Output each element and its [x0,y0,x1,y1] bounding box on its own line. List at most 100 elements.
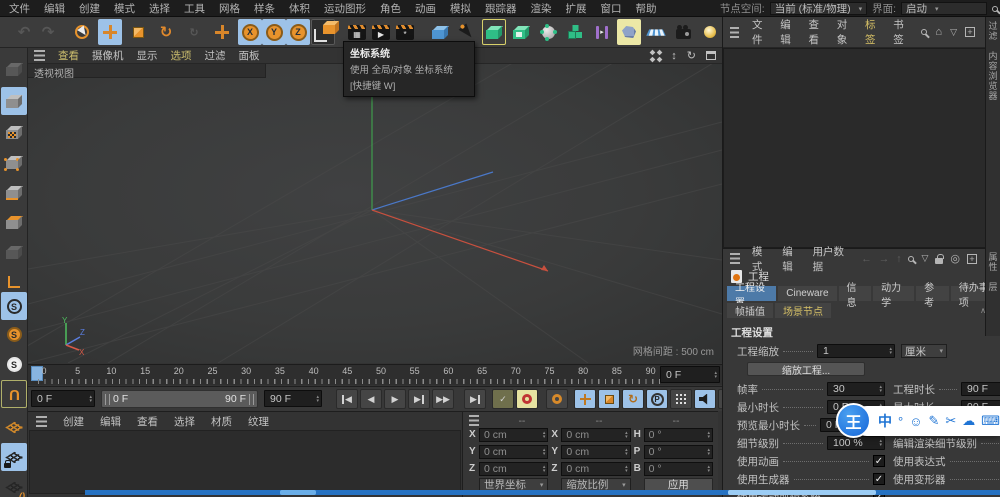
material-menu-选择[interactable]: 选择 [174,414,195,429]
workplane-button[interactable] [1,413,27,441]
spinner-arrows-icon[interactable]: ▴▾ [625,448,628,456]
add-icon[interactable]: + [967,254,977,264]
material-menu-查看[interactable]: 查看 [137,414,158,429]
convert-object-button[interactable] [1,55,27,83]
rotate-view-icon[interactable]: ↻ [687,49,696,62]
menu-item-扩展[interactable]: 扩展 [566,1,587,16]
uv-mode-button[interactable] [1,238,27,266]
ime-logo[interactable]: 王 [836,403,871,438]
attribute-menu-用户数据[interactable]: 用户数据 [813,244,850,274]
record-scale-toggle[interactable] [598,389,620,409]
character-button[interactable]: ▸ [590,19,614,45]
record-position-toggle[interactable] [574,389,596,409]
record-parameter-toggle[interactable]: P [646,389,668,409]
range-handle-left[interactable] [105,394,110,405]
tab-帧插值[interactable]: 帧插值 [727,303,773,318]
object-manager-menu-查看[interactable]: 查看 [808,17,823,47]
coord-field-Y[interactable]: 0 cm▴▾ [561,445,630,459]
timeline-tick-30[interactable]: 30 [241,366,251,376]
material-list-area[interactable] [29,430,461,494]
spinner-arrows-icon[interactable]: ▴▾ [889,347,892,355]
side-tab-过滤[interactable]: 过滤 [987,21,1000,41]
point-mode-button[interactable] [1,148,27,176]
coordinate-system-button[interactable] [311,19,335,45]
viewport-menu-摄像机[interactable]: 摄像机 [92,48,124,63]
lock-icon[interactable] [935,258,943,264]
menu-item-工具[interactable]: 工具 [184,1,205,16]
ime-icon-1[interactable]: ° [898,414,903,429]
lock-workplane-button[interactable] [1,443,27,471]
使用动画-checkbox[interactable]: ✓ [873,455,885,467]
spinner-arrows-icon[interactable]: ▴▾ [89,395,92,403]
spinner-arrows-icon[interactable]: ▴▾ [543,448,546,456]
volume-button[interactable] [617,19,641,45]
menu-item-创建[interactable]: 创建 [79,1,100,16]
filter-icon[interactable]: ▽ [921,253,928,264]
target-icon[interactable]: ◎ [950,252,960,265]
coord-field-Z[interactable]: 0 cm▴▾ [479,462,548,476]
spinner-arrows-icon[interactable]: ▴▾ [707,431,710,439]
spinner-arrows-icon[interactable]: ▴▾ [543,431,546,439]
axis-x-lock-button[interactable]: X [238,19,262,45]
menu-item-帮助[interactable]: 帮助 [636,1,657,16]
forward-icon[interactable]: → [879,253,890,265]
object-manager-menu-文件[interactable]: 文件 [752,17,767,47]
search-icon[interactable] [992,6,998,12]
range-end-field[interactable]: 90 F ▴▾ [264,390,322,407]
timeline-tick-75[interactable]: 75 [544,366,554,376]
tab-Cineware[interactable]: Cineware [778,286,836,301]
home-icon[interactable]: ⌂ [935,27,942,38]
light-button[interactable] [698,19,722,45]
timeline-tick-15[interactable]: 15 [140,366,150,376]
interface-dropdown[interactable]: 启动▾ [901,2,987,15]
timeline-tick-10[interactable]: 10 [106,366,116,376]
menu-item-选择[interactable]: 选择 [149,1,170,16]
camera-button[interactable] [671,19,695,45]
redo-button[interactable]: ↷ [36,19,60,45]
attribute-menu-编辑[interactable]: 编辑 [782,244,800,274]
spinner-arrows-icon[interactable]: ▴▾ [316,395,319,403]
menu-item-动画[interactable]: 动画 [415,1,436,16]
hamburger-icon[interactable] [469,415,479,426]
spinner-arrows-icon[interactable]: ▴▾ [625,431,628,439]
timeline-tick-45[interactable]: 45 [342,366,352,376]
ime-icon-6[interactable]: ⌨ [981,413,1000,429]
viewport-menu-选项[interactable]: 选项 [171,48,192,63]
recent-psr-button[interactable]: ↻ [182,19,206,45]
side-tab-内容浏览器[interactable]: 内容浏览器 [987,51,1000,101]
timeline-tick-65[interactable]: 65 [477,366,487,376]
tab-信息[interactable]: 信息 [839,286,872,301]
ime-icon-3[interactable]: ✎ [928,413,939,429]
horizontal-scrollbar[interactable] [85,490,1000,495]
spinner-arrows-icon[interactable]: ▴▾ [625,465,628,473]
project-scale-field[interactable]: 1▴▾ [817,344,895,358]
enable-snap-button[interactable]: S [1,292,27,320]
goto-start-button[interactable]: ◀ [336,389,358,409]
coord-field-B[interactable]: 0 °▴▾ [644,462,713,476]
play-button[interactable]: ▶ [384,389,406,409]
search-icon[interactable] [908,256,914,262]
material-menu-创建[interactable]: 创建 [63,414,84,429]
filter-icon[interactable]: ▽ [950,27,957,38]
viewport-menu-过滤[interactable]: 过滤 [205,48,226,63]
node-space-dropdown[interactable]: 当前 (标准/物理)▾ [770,2,867,15]
coord-field-X[interactable]: 0 cm▴▾ [561,428,630,442]
snap-orange-button[interactable]: S [1,320,27,348]
menu-item-模拟[interactable]: 模拟 [450,1,471,16]
menu-item-跟踪器[interactable]: 跟踪器 [485,1,517,16]
undo-button[interactable]: ↶ [12,19,36,45]
spinner-arrows-icon[interactable]: ▴▾ [879,385,882,393]
timeline-tick-80[interactable]: 80 [578,366,588,376]
timeline-ruler[interactable]: 051015202530354045505560657075808590 0 F… [28,364,722,385]
record-point-level-toggle[interactable] [670,389,692,409]
coord-field-P[interactable]: 0 °▴▾ [644,445,713,459]
menu-item-渲染[interactable]: 渲染 [531,1,552,16]
tab-场景节点[interactable]: 场景节点 [775,303,831,318]
zoom-icon[interactable]: ↕ [671,50,677,62]
axis-y-lock-button[interactable]: Y [262,19,286,45]
subdivision-surface-button[interactable] [482,19,506,45]
edge-mode-button[interactable] [1,178,27,206]
timeline-tick-55[interactable]: 55 [410,366,420,376]
back-icon[interactable]: ← [861,253,872,265]
side-tab-属性[interactable]: 属性 [987,252,1000,272]
